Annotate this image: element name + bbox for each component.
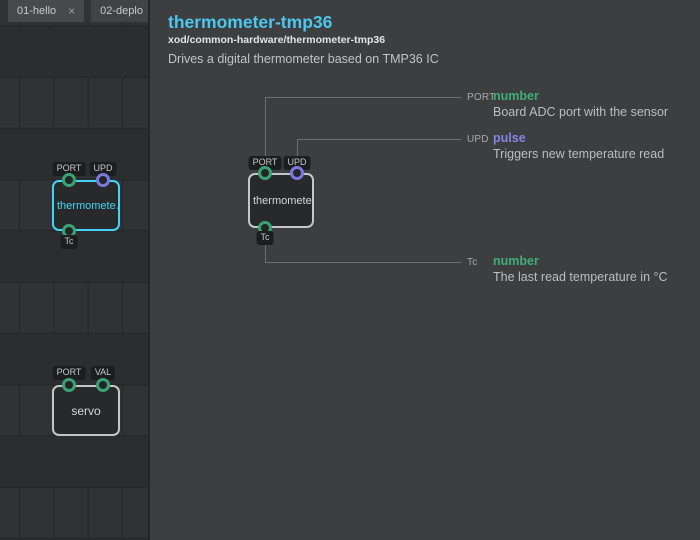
helpbox-title: thermometer-tmp36 <box>168 12 332 33</box>
pin-upd <box>290 166 304 180</box>
link-line-tc <box>265 245 266 262</box>
node-label: thermomete… <box>54 200 118 212</box>
pin-port <box>258 166 272 180</box>
close-icon[interactable]: × <box>68 5 75 17</box>
pin-doc-name: Tc <box>467 257 493 268</box>
patch-grid <box>0 0 148 540</box>
pin-doc-tc: Tc number <box>467 254 539 268</box>
pin-doc-description: Board ADC port with the sensor <box>493 105 668 119</box>
pin-doc-type: pulse <box>493 131 526 145</box>
link-line-tc <box>265 262 461 263</box>
patch-editor-canvas[interactable]: PORT UPD thermomete… Tc PORT VAL servo 0… <box>0 0 148 540</box>
xod-ide-window: PORT UPD thermomete… Tc PORT VAL servo 0… <box>0 0 700 540</box>
tab-label: 02-deplo <box>100 5 143 17</box>
pin-doc-port: PORT number <box>467 89 539 103</box>
node-label: servo <box>68 404 103 418</box>
pin-doc-type: number <box>493 89 539 103</box>
pin-doc-upd: UPD pulse <box>467 131 526 145</box>
pin-label-tc: Tc <box>257 231 274 245</box>
pin-doc-type: number <box>493 254 539 268</box>
pin-port[interactable] <box>62 173 76 187</box>
tab-01-hello[interactable]: 01-hello × <box>8 0 84 22</box>
tab-bar: 01-hello × 02-deplo <box>0 0 148 22</box>
pin-doc-name: PORT <box>467 92 493 103</box>
tab-02-deploy[interactable]: 02-deplo <box>91 0 148 22</box>
node-thermometer-tmp36[interactable]: thermomete… <box>52 180 120 231</box>
pin-doc-description: Triggers new temperature read <box>493 147 664 161</box>
helpbox-patch-path: xod/common-hardware/thermometer-tmp36 <box>168 34 385 46</box>
link-line-upd <box>297 139 298 157</box>
pin-port[interactable] <box>62 378 76 392</box>
pin-doc-description: The last read temperature in °C <box>493 270 668 284</box>
link-line-port <box>265 97 266 157</box>
helpbox-description: Drives a digital thermometer based on TM… <box>168 52 439 66</box>
node-servo[interactable]: servo <box>52 385 120 436</box>
tab-label: 01-hello <box>17 5 56 17</box>
pin-doc-name: UPD <box>467 134 493 145</box>
pin-upd[interactable] <box>96 173 110 187</box>
node-label: thermomete… <box>250 195 312 207</box>
link-line-upd <box>297 139 461 140</box>
pin-label-tc: Tc <box>61 235 78 249</box>
link-line-port <box>265 97 461 98</box>
helpbox-panel: thermometer-tmp36 xod/common-hardware/th… <box>148 0 700 540</box>
pin-val[interactable] <box>96 378 110 392</box>
helpbox-node-preview: thermomete… <box>248 173 314 228</box>
